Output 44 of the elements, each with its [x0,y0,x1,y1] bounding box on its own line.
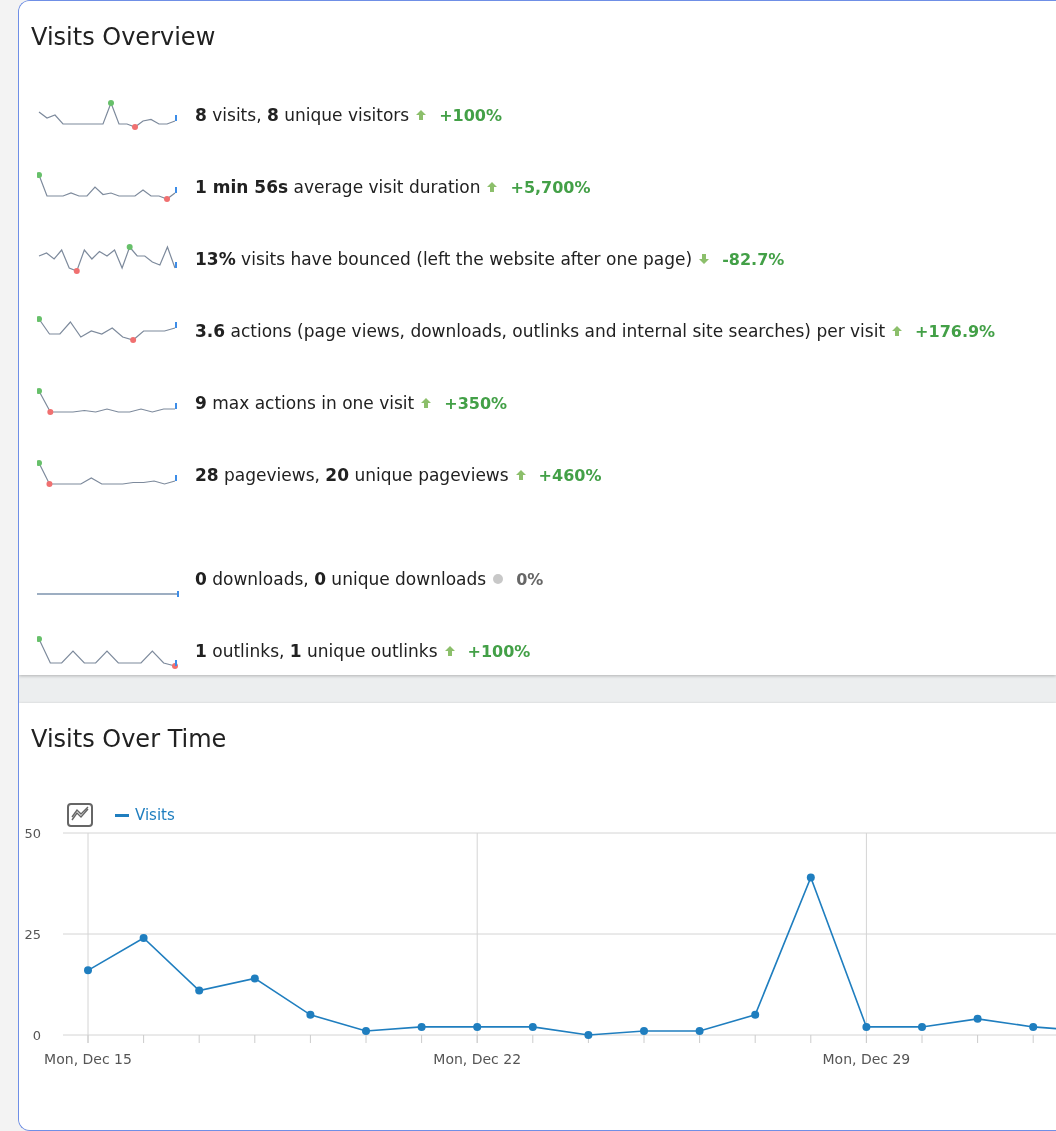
data-point [695,1026,704,1035]
metric-text: 9 max actions in one visit [195,393,415,413]
data-point [806,873,815,882]
metric-text: 8 visits, 8 unique visitors [195,105,410,125]
metric-text: 13% visits have bounced (left the website after one page) [195,249,693,269]
data-point [584,1031,593,1039]
change-value: +100% [439,105,503,125]
axis-label: 25 [24,927,41,942]
change-value: +350% [444,393,508,413]
data-point [1029,1022,1038,1031]
change-value: +5,700% [510,177,591,197]
axis-label: Mon, Dec 22 [433,1051,522,1067]
data-point [862,1022,871,1031]
legend-item[interactable]: Visits [115,806,175,824]
change-value: +100% [467,641,531,661]
axis-label: Mon, Dec 15 [44,1051,132,1067]
data-point [528,1022,537,1031]
change-value: 0% [516,569,544,589]
data-point [918,1022,926,1031]
change-value: +460% [538,465,602,485]
widget-title: Visits Overview [31,23,217,51]
data-point [640,1026,648,1035]
data-point [973,1014,982,1023]
metric-text: 1 outlinks, 1 unique outlinks [195,641,438,661]
data-point [195,986,204,995]
change-value: +176.9% [915,321,996,341]
data-point [473,1022,482,1031]
data-point [751,1010,760,1019]
axis-label: 0 [32,1028,41,1043]
data-point [250,974,259,983]
data-point [84,966,92,975]
data-point [417,1022,426,1031]
chart-type-icon[interactable] [67,803,93,827]
metric-text: 1 min 56s average visit duration [195,177,481,197]
widget-title: Visits Over Time [31,725,228,753]
data-point [139,934,148,943]
axis-label: 50 [24,827,41,841]
metric-text: 0 downloads, 0 unique downloads [195,569,487,589]
metric-text: 3.6 actions (page views, downloads, outlinks and internal site searches) per visit [195,321,886,341]
change-value: -82.7% [722,249,785,269]
data-point [306,1010,315,1019]
metric-text: 28 pageviews, 20 unique pageviews [195,465,509,485]
data-point [362,1026,370,1035]
axis-label: Mon, Dec 29 [822,1051,911,1067]
